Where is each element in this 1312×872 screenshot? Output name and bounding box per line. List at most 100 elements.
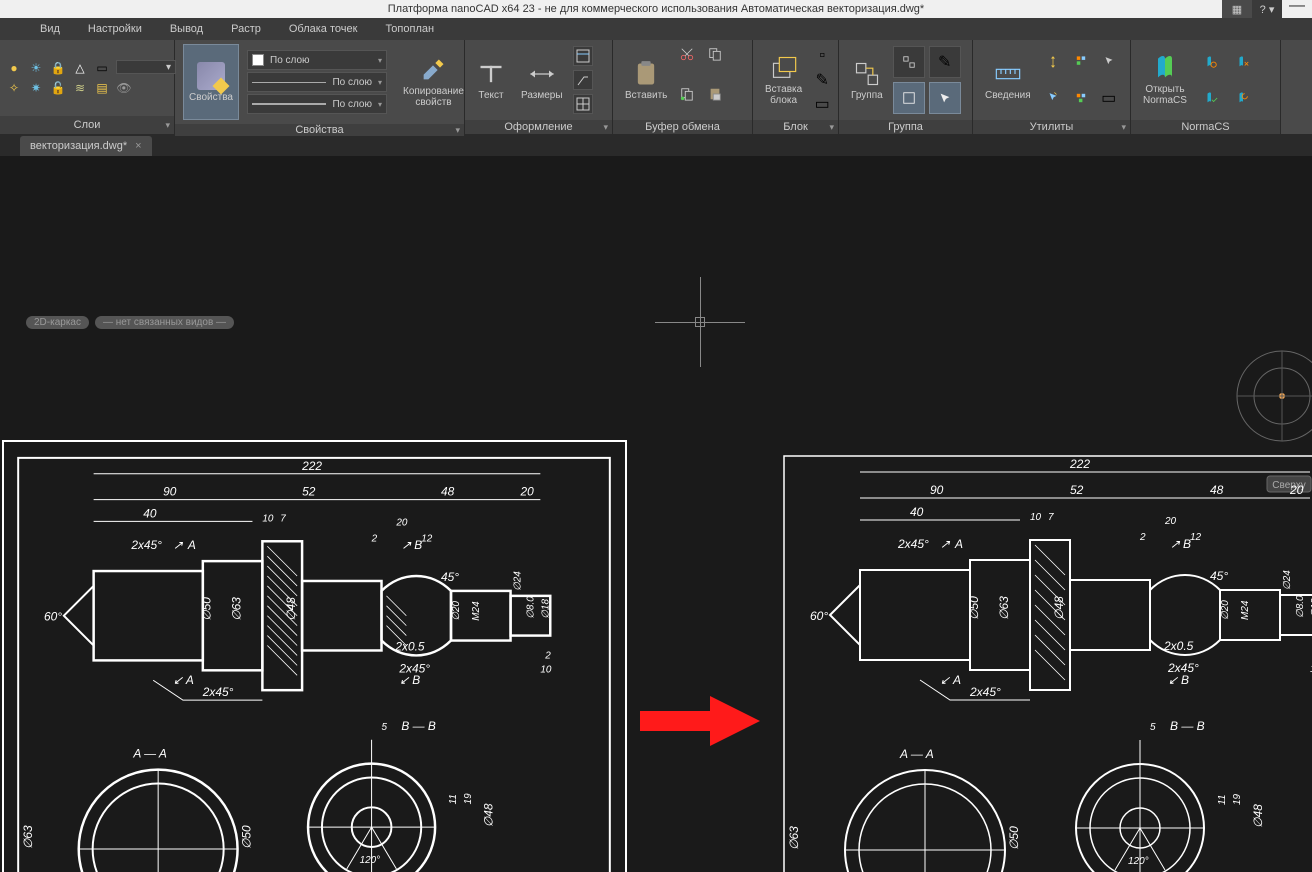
svg-text:19: 19 xyxy=(463,793,474,805)
svg-text:↙: ↙ xyxy=(399,673,409,687)
layout-grid-icon[interactable]: ▦ xyxy=(1222,0,1252,18)
svg-text:∅63: ∅63 xyxy=(21,825,35,849)
expand-icon[interactable]: ▾ xyxy=(455,125,460,136)
svg-text:90: 90 xyxy=(163,485,177,499)
triangle-icon[interactable]: △ xyxy=(72,60,88,76)
table-icon[interactable] xyxy=(573,46,593,66)
cursor-group-icon[interactable] xyxy=(929,82,961,114)
table2-icon[interactable] xyxy=(573,94,593,114)
text-button[interactable]: Текст xyxy=(469,42,513,118)
svg-text:M24: M24 xyxy=(471,601,482,621)
title-bar: Платформа nanoCAD x64 23 - не для коммер… xyxy=(0,0,1312,18)
svg-text:∅50: ∅50 xyxy=(200,597,214,621)
svg-text:↗: ↗ xyxy=(173,538,184,552)
svg-text:B: B xyxy=(414,538,422,552)
svg-text:10: 10 xyxy=(1030,512,1042,523)
close-icon[interactable]: × xyxy=(135,140,141,152)
sun2-icon[interactable]: ✷ xyxy=(28,80,44,96)
paste-special-icon[interactable] xyxy=(705,84,725,104)
menu-pointclouds[interactable]: Облака точек xyxy=(289,23,358,35)
norma-search-icon[interactable] xyxy=(1197,46,1225,78)
svg-text:↙: ↙ xyxy=(940,673,951,687)
help-icon[interactable]: ? ▾ xyxy=(1252,0,1282,18)
modify-group-icon[interactable] xyxy=(893,82,925,114)
minimize-button[interactable]: — xyxy=(1282,0,1312,18)
svg-text:M24: M24 xyxy=(1240,600,1251,620)
expand-icon[interactable]: ▾ xyxy=(165,120,170,131)
norma-check-icon[interactable] xyxy=(1197,82,1225,114)
group-button[interactable]: Группа xyxy=(843,42,891,118)
create-block-icon[interactable]: ▫ xyxy=(812,46,832,66)
purge-icon[interactable]: ▤ xyxy=(94,80,110,96)
svg-text:2x45°: 2x45° xyxy=(969,685,1001,699)
svg-text:∅48: ∅48 xyxy=(1251,804,1265,828)
menu-view[interactable]: Вид xyxy=(40,23,60,35)
svg-text:19: 19 xyxy=(1232,793,1243,805)
svg-text:∅20: ∅20 xyxy=(1220,600,1231,620)
document-tab[interactable]: векторизация.dwg* × xyxy=(20,136,152,156)
svg-text:B — B: B — B xyxy=(401,719,435,733)
cut-icon[interactable] xyxy=(677,44,697,64)
svg-text:∅8.0: ∅8.0 xyxy=(1295,595,1306,618)
bulb-icon[interactable]: ● xyxy=(6,60,22,76)
paste-button[interactable]: Вставить xyxy=(617,42,675,118)
info-button[interactable]: Сведения xyxy=(977,42,1039,118)
svg-text:↗: ↗ xyxy=(401,538,412,552)
layers2-icon[interactable]: ≋ xyxy=(72,80,88,96)
ltype-bylayer[interactable]: По слою▾ xyxy=(247,72,387,92)
block-attr-icon[interactable]: ▭ xyxy=(812,94,832,114)
menu-bar: Вид Настройки Вывод Растр Облака точек Т… xyxy=(0,18,1312,40)
menu-raster[interactable]: Растр xyxy=(231,23,261,35)
svg-text:10: 10 xyxy=(540,664,552,675)
svg-text:2: 2 xyxy=(544,650,551,661)
qselect2-icon[interactable] xyxy=(1069,82,1093,114)
layers-stack-icon[interactable]: ✧ xyxy=(6,80,22,96)
leader-icon[interactable] xyxy=(573,70,593,90)
select-all-icon[interactable] xyxy=(1097,46,1121,78)
edit-block-icon[interactable]: ✎ xyxy=(812,70,832,90)
unlock-icon[interactable]: 🔓 xyxy=(50,80,66,96)
norma-link-icon[interactable] xyxy=(1229,46,1257,78)
svg-text:45°: 45° xyxy=(1210,569,1228,583)
svg-text:2x45°: 2x45° xyxy=(897,537,929,551)
svg-text:11: 11 xyxy=(448,794,459,804)
sun-icon[interactable]: ☀ xyxy=(28,60,44,76)
expand-icon[interactable]: ▾ xyxy=(829,122,834,133)
menu-settings[interactable]: Настройки xyxy=(88,23,142,35)
svg-text:A — A: A — A xyxy=(899,747,934,761)
expand-icon[interactable]: ▾ xyxy=(603,122,608,133)
lweight-bylayer[interactable]: По слою▾ xyxy=(247,94,387,114)
svg-text:48: 48 xyxy=(1210,483,1224,497)
visual-style-badge[interactable]: 2D-каркас xyxy=(26,316,89,329)
quick-select-icon[interactable] xyxy=(1041,82,1065,114)
views-badge[interactable]: — нет связанных видов — xyxy=(95,316,234,329)
svg-text:48: 48 xyxy=(441,485,455,499)
properties-button[interactable]: Свойства xyxy=(183,44,239,120)
copy-base-icon[interactable] xyxy=(677,84,697,104)
expand-icon[interactable]: ▾ xyxy=(1121,122,1126,133)
svg-text:∅50: ∅50 xyxy=(967,596,981,620)
svg-text:A: A xyxy=(952,673,961,687)
lock-icon[interactable]: 🔒 xyxy=(50,60,66,76)
menu-topoplan[interactable]: Топоплан xyxy=(385,23,434,35)
layer-combo[interactable]: ▾ xyxy=(116,60,176,74)
svg-text:∅24: ∅24 xyxy=(512,571,523,591)
open-normacs-button[interactable]: Открыть NormaCS xyxy=(1135,42,1195,118)
calc-icon[interactable]: ▭ xyxy=(1097,82,1121,114)
layer-icon[interactable]: ▭ xyxy=(94,60,110,76)
menu-output[interactable]: Вывод xyxy=(170,23,203,35)
measure-icon[interactable] xyxy=(1041,46,1065,78)
dimension-icon xyxy=(528,60,556,88)
color-bylayer[interactable]: По слою▾ xyxy=(247,50,387,70)
edit-group-icon[interactable]: ✎ xyxy=(929,46,961,78)
select-similar-icon[interactable] xyxy=(1069,46,1093,78)
ungroup-icon[interactable] xyxy=(893,46,925,78)
dimensions-button[interactable]: Размеры xyxy=(513,42,571,118)
eye-icon[interactable]: 👁 xyxy=(116,80,132,96)
norma-refresh-icon[interactable] xyxy=(1229,82,1257,114)
drawing-canvas[interactable]: 2D-каркас — нет связанных видов — Сверху… xyxy=(0,156,1312,872)
svg-text:↗: ↗ xyxy=(1170,537,1181,551)
copy-icon[interactable] xyxy=(705,44,725,64)
insert-block-button[interactable]: Вставка блока xyxy=(757,42,810,118)
match-properties-button[interactable]: Копирование свойств xyxy=(395,44,472,120)
